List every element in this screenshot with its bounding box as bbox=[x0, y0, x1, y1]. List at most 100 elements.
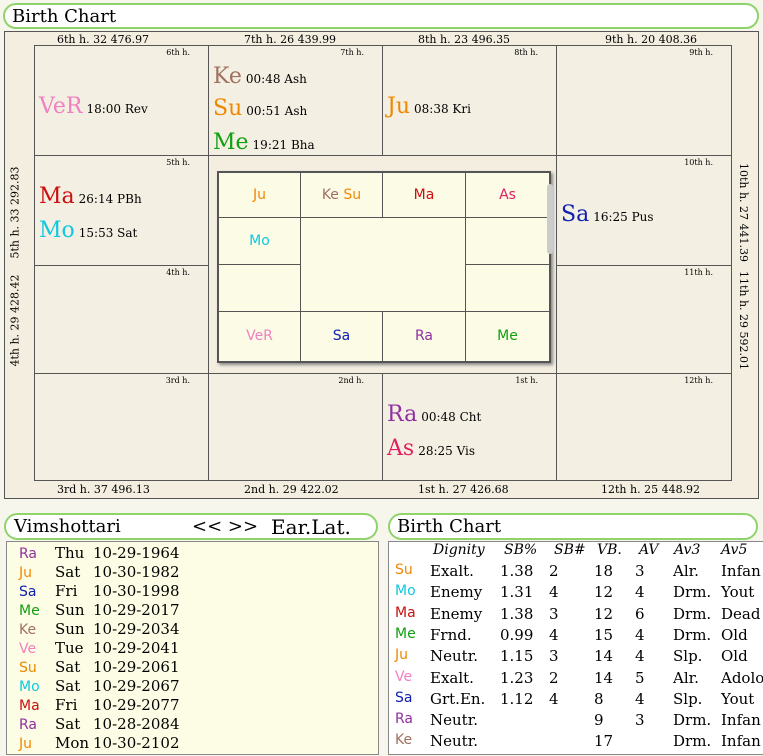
dasha-planet: Ra bbox=[19, 546, 37, 562]
dasha-date: 10-29-2077 bbox=[93, 696, 180, 714]
dignity-planet: Ju bbox=[395, 647, 409, 664]
house-10[interactable]: 10th h. Sa 16:25 Pus bbox=[556, 155, 732, 266]
house-5[interactable]: 5th h. Ma 26:14 PBh Mo 15:53 Sat bbox=[34, 155, 209, 266]
dignity-cell: 12 bbox=[594, 583, 614, 602]
dignity-cell: 2 bbox=[549, 668, 559, 687]
house-1[interactable]: 1st h. Ra 00:48 Cht As 28:25 Vis bbox=[382, 373, 557, 481]
edge-label-left-2: 4th h. 29 428.42 bbox=[8, 274, 22, 367]
dignity-cell: Neutr. bbox=[430, 732, 478, 751]
dignity-cell: Exalt. bbox=[430, 668, 474, 687]
dignity-planet: Ra bbox=[395, 711, 413, 728]
mini-cell-top-2: Ke Su bbox=[300, 172, 383, 218]
planet-entry: Mo 15:53 Sat bbox=[39, 218, 137, 243]
dignity-col-header: SB% bbox=[504, 542, 538, 558]
dignity-cell: Exalt. bbox=[430, 562, 474, 580]
house-8[interactable]: 8th h. Ju 08:38 Kri bbox=[382, 45, 557, 156]
dasha-row[interactable]: Ke Sun 10-29-2034 bbox=[19, 620, 179, 638]
planet-abbrev: Ra bbox=[387, 402, 418, 427]
vimshottari-nav-arrows[interactable]: << >> bbox=[192, 516, 258, 537]
dignity-cell: Drm. bbox=[673, 732, 712, 751]
house-7[interactable]: 7th h. Ke 00:48 Ash Su 00:51 Ash Me 19:21 B… bbox=[208, 45, 383, 156]
dignity-cell: 1.38 bbox=[500, 562, 534, 580]
dignity-col-header: Av5 bbox=[721, 542, 748, 558]
dasha-day: Sun bbox=[55, 620, 85, 638]
dasha-planet: Ve bbox=[19, 641, 37, 657]
house-9[interactable]: 9th h. bbox=[556, 45, 732, 156]
dasha-planet: Ma bbox=[19, 698, 40, 714]
planet-entry: Ju 08:38 Kri bbox=[387, 94, 471, 119]
vimshottari-mode[interactable]: Ear.Lat. bbox=[271, 515, 351, 539]
dasha-row[interactable]: Ju Mon 10-30-2102 bbox=[19, 734, 179, 752]
house-number: 4th h. bbox=[166, 268, 190, 277]
dasha-row[interactable]: Ju Sat 10-30-1982 bbox=[19, 563, 179, 581]
dignity-cell: Enemy bbox=[430, 583, 483, 602]
dignity-cell: 2 bbox=[549, 562, 559, 580]
house-4[interactable]: 4th h. bbox=[34, 265, 209, 374]
dasha-row[interactable]: Me Sun 10-29-2017 bbox=[19, 601, 179, 619]
house-12[interactable]: 12th h. bbox=[556, 373, 732, 481]
dignity-row: Ju Neutr. 1.15 3 14 4 Slp. Old bbox=[389, 647, 763, 668]
dignity-cell: Grt.En. bbox=[430, 689, 486, 708]
dasha-planet: Ju bbox=[19, 565, 33, 581]
house-11[interactable]: 11th h. bbox=[556, 265, 732, 374]
dignity-cell: 12 bbox=[594, 604, 614, 623]
dignity-cell: 1.15 bbox=[500, 647, 534, 666]
house-number: 2nd h. bbox=[338, 376, 364, 385]
mini-cell-top-3: Ma bbox=[382, 172, 466, 218]
dasha-row[interactable]: Ra Sat 10-28-2084 bbox=[19, 715, 179, 733]
planet-degree: 16:25 Pus bbox=[593, 210, 654, 224]
dignity-cell: 4 bbox=[549, 625, 559, 644]
dasha-day: Tue bbox=[55, 639, 84, 657]
dasha-row[interactable]: Mo Sat 10-29-2067 bbox=[19, 677, 179, 695]
mini-cell-bottom-3: Ra bbox=[382, 311, 466, 362]
dasha-day: Sun bbox=[55, 601, 85, 619]
dignity-cell: Drm. bbox=[673, 604, 712, 623]
dignity-cell: Alr. bbox=[673, 562, 699, 580]
dasha-date: 10-28-2084 bbox=[93, 715, 180, 733]
dasha-date: 10-29-2061 bbox=[93, 658, 180, 676]
planet-degree: 26:14 PBh bbox=[78, 192, 142, 206]
dasha-row[interactable]: Ma Fri 10-29-2077 bbox=[19, 696, 179, 714]
edge-label-bottom-2: 2nd h. 29 422.02 bbox=[244, 483, 339, 496]
dasha-row[interactable]: Ra Thu 10-29-1964 bbox=[19, 544, 179, 562]
mini-cell-bottom-1: VeR bbox=[218, 311, 301, 362]
dignity-planet: Su bbox=[395, 562, 413, 578]
birth-chart: 6th h. 32 476.97 7th h. 26 439.99 8th h.… bbox=[4, 31, 759, 499]
dignity-cell: Alr. bbox=[673, 668, 699, 687]
dignity-cell: Infan bbox=[721, 711, 761, 730]
dignity-cell: 18 bbox=[594, 562, 614, 580]
planet-abbrev: Ma bbox=[39, 184, 75, 209]
dignity-planet: Mo bbox=[395, 583, 416, 600]
planet-entry: Ma 26:14 PBh bbox=[39, 184, 142, 209]
dignity-cell: Dead bbox=[721, 604, 761, 623]
dignity-cell: Frnd. bbox=[430, 625, 472, 644]
dasha-day: Thu bbox=[55, 544, 85, 562]
dignity-col-header: Av3 bbox=[674, 542, 701, 558]
house-2[interactable]: 2nd h. bbox=[208, 373, 383, 481]
mini-chart-scroll-handle[interactable] bbox=[547, 184, 553, 254]
dasha-date: 10-30-1998 bbox=[93, 582, 180, 600]
dasha-row[interactable]: Su Sat 10-29-2061 bbox=[19, 658, 179, 676]
dignity-cell: 8 bbox=[594, 689, 604, 708]
dasha-planet: Sa bbox=[19, 584, 37, 600]
dasha-row[interactable]: Ve Tue 10-29-2041 bbox=[19, 639, 179, 657]
dignity-cell: Old bbox=[721, 647, 748, 666]
dignity-row: Ve Exalt. 1.23 2 14 5 Alr. Adolo bbox=[389, 669, 763, 690]
dignity-cell: 4 bbox=[635, 625, 645, 644]
dignity-cell: Enemy bbox=[430, 604, 483, 623]
house-6[interactable]: 6th h. VeR 18:00 Rev bbox=[34, 45, 209, 156]
planet-entry: Su 00:51 Ash bbox=[213, 96, 307, 121]
birth-chart-title: Birth Chart bbox=[12, 6, 117, 27]
dignity-cell: 1.31 bbox=[500, 583, 534, 602]
house-number: 6th h. bbox=[166, 48, 190, 57]
dignity-row: Sa Grt.En. 1.12 4 8 4 Slp. Yout bbox=[389, 690, 763, 711]
dignity-cell: 3 bbox=[549, 604, 559, 623]
dignity-cell: 4 bbox=[549, 689, 559, 708]
dignity-cell: Adolo bbox=[721, 668, 763, 687]
house-3[interactable]: 3rd h. bbox=[34, 373, 209, 481]
dasha-row[interactable]: Sa Fri 10-30-1998 bbox=[19, 582, 179, 600]
dasha-date: 10-29-1964 bbox=[93, 544, 180, 562]
dasha-date: 10-29-2041 bbox=[93, 639, 180, 657]
dignity-cell: Neutr. bbox=[430, 711, 478, 730]
dignity-cell: Slp. bbox=[673, 689, 703, 708]
